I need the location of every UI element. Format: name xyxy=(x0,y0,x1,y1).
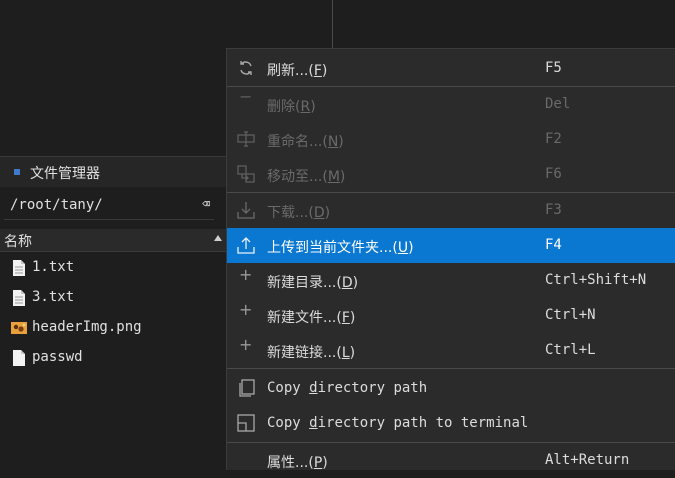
file-item[interactable]: 1.txt xyxy=(0,253,226,283)
plus-icon: + xyxy=(239,335,253,354)
path-input[interactable]: /root/tany/ ⌫ xyxy=(4,193,214,220)
file-manager-header: 文件管理器 xyxy=(0,157,226,187)
menu-item-copy-path-to-terminal[interactable]: Copy directory path to terminal xyxy=(227,406,675,441)
file-item[interactable]: headerImg.png xyxy=(0,313,226,343)
shortcut-label: F5 xyxy=(545,60,562,76)
menu-item-new-directory[interactable]: + 新建目录...(D) Ctrl+Shift+N xyxy=(227,263,675,298)
file-list: 1.txt 3.txt headerImg.png passwd xyxy=(0,253,226,373)
shortcut-label: Alt+Return xyxy=(545,452,630,468)
move-icon xyxy=(237,165,255,183)
menu-item-download[interactable]: 下载...(D) F3 xyxy=(227,193,675,228)
upload-icon xyxy=(237,236,255,254)
plus-icon: + xyxy=(239,300,253,319)
menu-item-rename[interactable]: 重命名...(N) F2 xyxy=(227,122,675,157)
shortcut-label: F4 xyxy=(545,237,562,253)
menu-item-move[interactable]: 移动至...(M) F6 xyxy=(227,157,675,192)
column-header-label: 名称 xyxy=(4,234,32,250)
shortcut-label: Ctrl+Shift+N xyxy=(545,272,647,288)
pane-divider[interactable] xyxy=(332,0,333,48)
file-name: headerImg.png xyxy=(32,319,142,335)
text-file-icon xyxy=(10,259,28,277)
file-manager-panel: 文件管理器 /root/tany/ ⌫ 名称 1.txt 3.txt heade… xyxy=(0,156,226,470)
file-name: 1.txt xyxy=(32,259,75,275)
plus-icon: + xyxy=(239,265,253,284)
file-name: passwd xyxy=(32,349,83,365)
panel-marker-icon xyxy=(14,169,20,175)
text-file-icon xyxy=(10,289,28,307)
rename-icon xyxy=(237,130,255,148)
menu-item-copy-directory-path[interactable]: Copy directory path xyxy=(227,371,675,406)
file-manager-title: 文件管理器 xyxy=(30,166,100,182)
menu-item-new-link[interactable]: + 新建链接...(L) Ctrl+L xyxy=(227,333,675,368)
image-file-icon xyxy=(10,319,28,337)
sort-ascending-icon xyxy=(214,235,222,241)
menu-item-refresh[interactable]: 刷新...(F) F5 xyxy=(227,51,675,86)
menu-item-new-file[interactable]: + 新建文件...(F) Ctrl+N xyxy=(227,298,675,333)
shortcut-label: F3 xyxy=(545,202,562,218)
minus-icon: − xyxy=(239,87,253,106)
blank-file-icon xyxy=(10,349,28,367)
shortcut-label: F2 xyxy=(545,131,562,147)
file-item[interactable]: passwd xyxy=(0,343,226,373)
shortcut-label: Ctrl+N xyxy=(545,307,596,323)
path-value[interactable]: /root/tany/ xyxy=(10,197,103,213)
file-name: 3.txt xyxy=(32,289,75,305)
refresh-icon xyxy=(237,59,255,77)
download-icon xyxy=(237,201,255,219)
file-item[interactable]: 3.txt xyxy=(0,283,226,313)
shortcut-label: Del xyxy=(545,96,571,112)
context-menu: 刷新...(F) F5 − 删除(R) Del 重命名...(N) F2 移动至… xyxy=(226,48,675,471)
menu-item-properties[interactable]: 属性...(P) Alt+Return xyxy=(227,443,675,478)
clear-icon[interactable]: ⌫ xyxy=(202,197,210,212)
copy-to-terminal-icon xyxy=(237,414,255,432)
shortcut-label: Ctrl+L xyxy=(545,342,596,358)
menu-item-delete[interactable]: − 删除(R) Del xyxy=(227,87,675,122)
menu-separator xyxy=(227,368,675,369)
menu-item-upload[interactable]: 上传到当前文件夹...(U) F4 xyxy=(227,228,675,263)
column-header-name[interactable]: 名称 xyxy=(0,229,226,252)
shortcut-label: F6 xyxy=(545,166,562,182)
copy-icon xyxy=(237,379,255,397)
